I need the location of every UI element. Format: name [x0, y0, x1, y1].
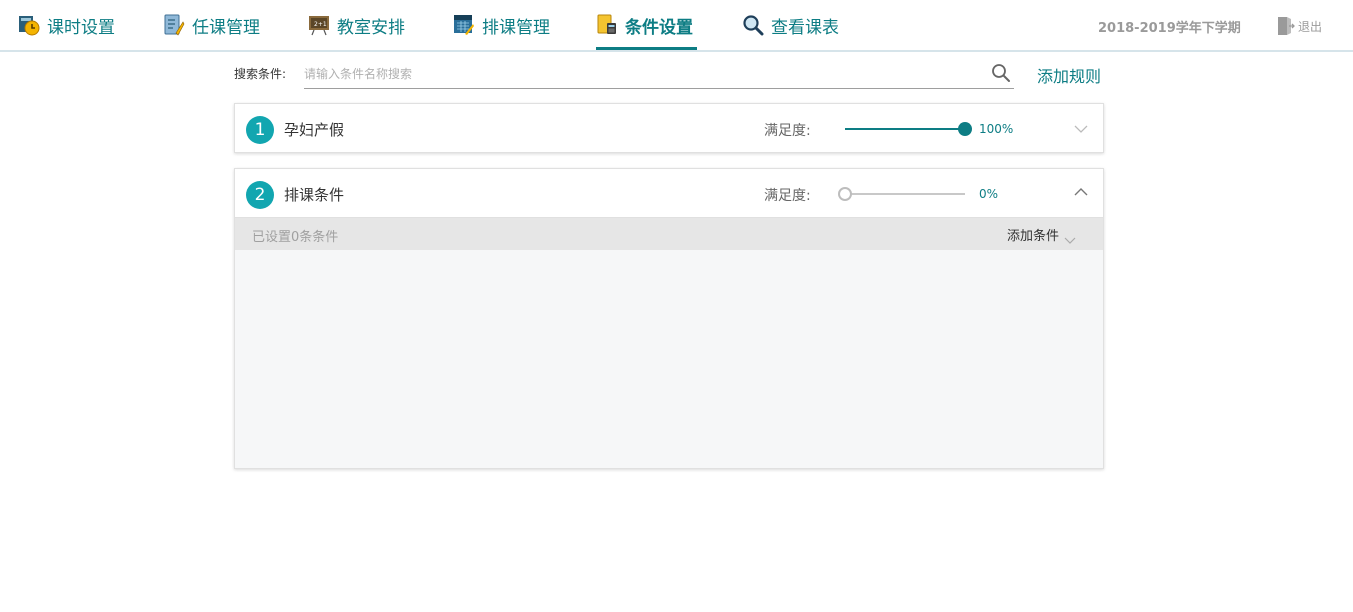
nav-item-condition-settings[interactable]: 条件设置	[596, 0, 697, 50]
search-icon[interactable]	[990, 62, 1012, 84]
nav-label: 教室安排	[337, 17, 405, 38]
satisfaction-label: 满足度:	[764, 123, 811, 139]
slider-track	[845, 193, 965, 195]
nav-label: 查看课表	[771, 17, 839, 38]
schedule-grid-icon	[453, 14, 475, 36]
search-row: 搜索条件: 添加规则	[234, 59, 1104, 91]
rule-header[interactable]: 1 孕妇产假 满足度: 100%	[235, 104, 1103, 152]
nav-label: 条件设置	[625, 17, 693, 38]
clock-icon	[18, 14, 40, 36]
search-label: 搜索条件:	[234, 67, 287, 81]
rule-index-badge: 1	[246, 116, 274, 144]
slider-thumb[interactable]	[958, 122, 972, 136]
nav-item-view-timetable[interactable]: 查看课表	[742, 0, 839, 50]
rule-name: 排课条件	[284, 186, 345, 204]
add-rule-button[interactable]: 添加规则	[1037, 63, 1101, 87]
slider-fill	[845, 128, 965, 130]
satisfaction-value: 0%	[979, 187, 999, 201]
logout-label: 退出	[1298, 19, 1323, 34]
condition-count: 已设置0条条件	[252, 230, 339, 245]
magnifier-icon	[742, 14, 764, 36]
slider-thumb[interactable]	[838, 187, 852, 201]
add-condition-dropdown[interactable]: 添加条件	[1007, 225, 1077, 244]
search-input[interactable]	[304, 59, 1014, 89]
rule-card: 2 排课条件 满足度: 0% 已设置0条条件 添加条件	[234, 168, 1104, 469]
rule-card: 1 孕妇产假 满足度: 100%	[234, 103, 1104, 153]
satisfaction-label: 满足度:	[764, 188, 811, 204]
satisfaction-slider[interactable]	[845, 122, 972, 136]
condition-bar: 已设置0条条件 添加条件	[235, 218, 1103, 250]
blackboard-icon: 2+1	[308, 14, 330, 36]
nav-label: 排课管理	[482, 17, 550, 38]
satisfaction-value: 100%	[979, 122, 1014, 136]
logout-button[interactable]: 退出	[1277, 15, 1322, 37]
rule-name: 孕妇产假	[284, 121, 345, 139]
nav-item-teaching-assignment[interactable]: 任课管理	[163, 0, 260, 50]
satisfaction-slider[interactable]	[838, 187, 965, 201]
rule-body: 已设置0条条件 添加条件	[235, 217, 1103, 468]
nav-item-classroom-arrangement[interactable]: 2+1 教室安排	[308, 0, 405, 50]
term-label: 2018-2019学年下学期	[1098, 21, 1241, 36]
top-navigation: 课时设置 任课管理 2+1 教室安排 排课管理 条件设置 查看课表 2018-2…	[0, 0, 1353, 52]
rule-index-badge: 2	[246, 181, 274, 209]
nav-label: 课时设置	[47, 17, 115, 38]
nav-item-course-scheduling[interactable]: 排课管理	[453, 0, 550, 50]
rule-header[interactable]: 2 排课条件 满足度: 0%	[235, 169, 1103, 217]
chevron-down-icon[interactable]	[1073, 120, 1089, 133]
condition-list-area	[235, 250, 1103, 468]
chevron-up-icon[interactable]	[1073, 183, 1089, 196]
condition-doc-icon	[596, 14, 618, 36]
teacher-assign-icon	[163, 14, 185, 36]
svg-text:2+1: 2+1	[314, 21, 327, 28]
exit-door-icon	[1277, 15, 1295, 37]
add-condition-label: 添加条件	[1007, 229, 1060, 244]
nav-item-class-hours[interactable]: 课时设置	[18, 0, 115, 50]
chevron-down-icon	[1063, 230, 1077, 244]
nav-label: 任课管理	[192, 17, 260, 38]
